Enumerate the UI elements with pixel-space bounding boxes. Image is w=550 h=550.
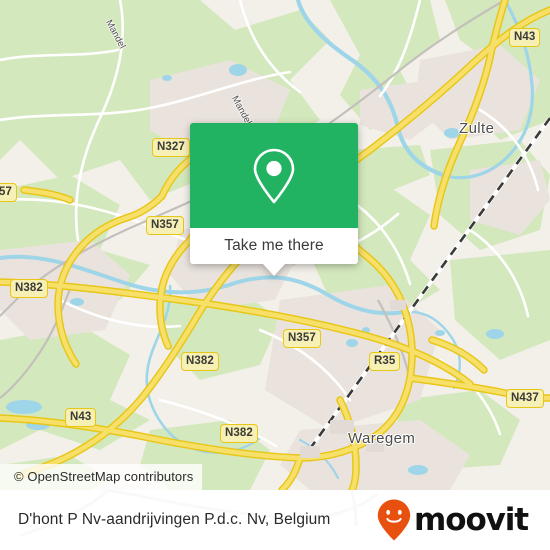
location-pin-icon <box>253 148 295 203</box>
road-shield: N43 <box>65 408 97 427</box>
moovit-smiley-pin-icon <box>377 499 411 541</box>
road-shield: 57 <box>0 183 17 202</box>
take-me-there-card[interactable]: Take me there <box>190 123 358 276</box>
road-shield: N382 <box>181 352 219 371</box>
card-pin-area <box>190 123 358 228</box>
take-me-there-label[interactable]: Take me there <box>190 228 358 264</box>
page-footer: D'hont P Nv-aandrijvingen P.d.c. Nv, Bel… <box>0 490 550 550</box>
road-shield: N357 <box>146 216 184 235</box>
road-shield: N327 <box>152 138 190 157</box>
moovit-map-page: N43 N327 57 N357 N382 N357 R35 N382 N437… <box>0 0 550 550</box>
location-title: D'hont P Nv-aandrijvingen P.d.c. Nv, Bel… <box>18 511 331 528</box>
road-shield: N382 <box>220 424 258 443</box>
moovit-wordmark: moovit <box>414 501 529 538</box>
osm-attribution[interactable]: © OpenStreetMap contributors <box>0 464 203 490</box>
road-shield: N357 <box>283 329 321 348</box>
place-label: Waregem <box>348 430 416 447</box>
place-label: Zulte <box>459 120 495 137</box>
moovit-logo[interactable]: moovit <box>376 498 529 542</box>
road-shield: N437 <box>506 389 544 408</box>
card-pointer-tail <box>263 264 285 276</box>
road-shield: R35 <box>369 352 401 371</box>
map-canvas[interactable]: N43 N327 57 N357 N382 N357 R35 N382 N437… <box>0 0 550 490</box>
road-shield: N382 <box>10 279 48 298</box>
road-shield: N43 <box>509 28 541 47</box>
